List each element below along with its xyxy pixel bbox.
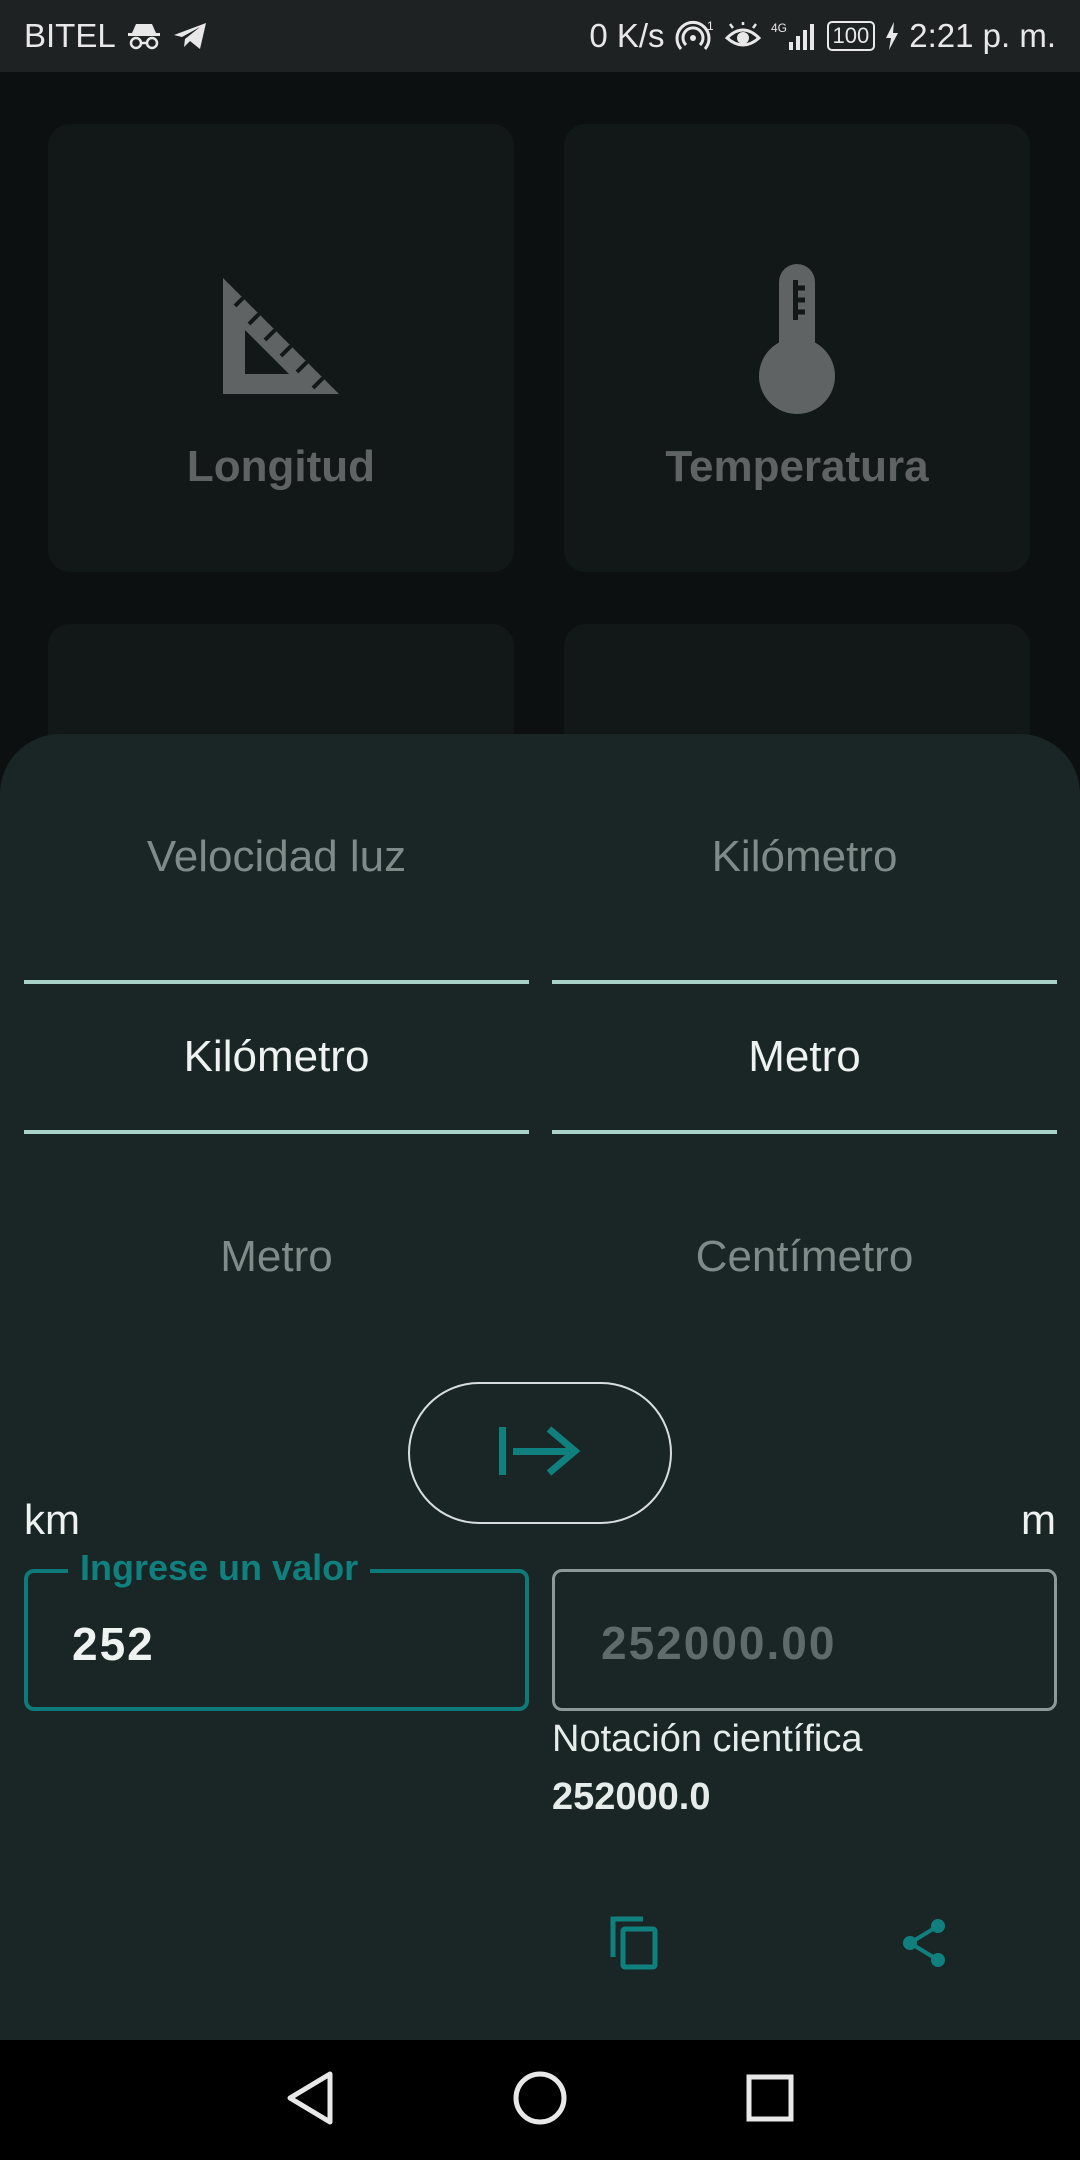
svg-text:1: 1 (707, 20, 714, 33)
signal-icon: 4G (771, 20, 817, 52)
recents-square-icon (745, 2073, 795, 2128)
recents-button[interactable] (730, 2060, 810, 2140)
to-unit-selected[interactable]: Metro (552, 1032, 1057, 1082)
ruler-triangle-icon (48, 274, 514, 398)
battery-level: 100 (832, 23, 870, 48)
charging-icon (885, 22, 899, 50)
network-type: 4G (771, 21, 787, 35)
network-speed: 0 K/s (589, 17, 665, 54)
category-tile-longitud[interactable]: Longitud (48, 124, 514, 572)
to-picker-divider-top (552, 980, 1057, 984)
from-unit-symbol: km (24, 1496, 80, 1543)
hotspot-icon: 1 (675, 20, 715, 52)
to-unit-option-below[interactable]: Centímetro (552, 1232, 1057, 1282)
thermometer-icon (564, 264, 1030, 414)
value-input[interactable]: Ingrese un valor 252 (24, 1547, 529, 1711)
convert-direction-button[interactable] (408, 1382, 672, 1524)
carrier-name: BITEL (24, 17, 116, 54)
arrow-right-to-bar-icon (497, 1423, 583, 1484)
to-unit-option-above[interactable]: Kilómetro (552, 832, 1057, 882)
home-circle-icon (512, 2070, 568, 2131)
back-button[interactable] (270, 2060, 350, 2140)
input-label: Ingrese un valor (68, 1547, 371, 1589)
share-button[interactable] (880, 1900, 970, 1990)
navigation-bar (0, 2040, 1080, 2160)
incognito-icon (126, 21, 162, 51)
from-unit-option-above[interactable]: Velocidad luz (24, 832, 529, 882)
copy-button[interactable] (590, 1900, 680, 1990)
clock: 2:21 p. m. (909, 17, 1056, 54)
scientific-notation-value: 252000.0 (552, 1776, 711, 1818)
eye-icon (724, 22, 761, 50)
scientific-notation-label: Notación científica (552, 1718, 863, 1760)
category-tile-temperatura[interactable]: Temperatura (564, 124, 1030, 572)
back-triangle-icon (284, 2070, 336, 2131)
to-unit-symbol: m (1021, 1496, 1056, 1543)
input-value[interactable]: 252 (72, 1617, 155, 1671)
from-picker-divider-bottom (24, 1130, 529, 1134)
from-unit-selected[interactable]: Kilómetro (24, 1032, 529, 1082)
home-button[interactable] (500, 2060, 580, 2140)
from-unit-option-below[interactable]: Metro (24, 1232, 529, 1282)
result-field[interactable]: 252000.00 (552, 1569, 1057, 1711)
copy-icon (609, 1915, 661, 1976)
from-picker-divider-top (24, 980, 529, 984)
share-icon (900, 1918, 950, 1973)
telegram-icon (172, 21, 208, 51)
category-label: Temperatura (665, 442, 929, 491)
to-picker-divider-bottom (552, 1130, 1057, 1134)
battery-icon: 100 (826, 21, 876, 51)
result-value: 252000.00 (601, 1617, 837, 1669)
category-label: Longitud (186, 442, 376, 491)
status-bar: BITEL 0 K/s 1 4G 100 2:21 p. m. (0, 0, 1080, 72)
